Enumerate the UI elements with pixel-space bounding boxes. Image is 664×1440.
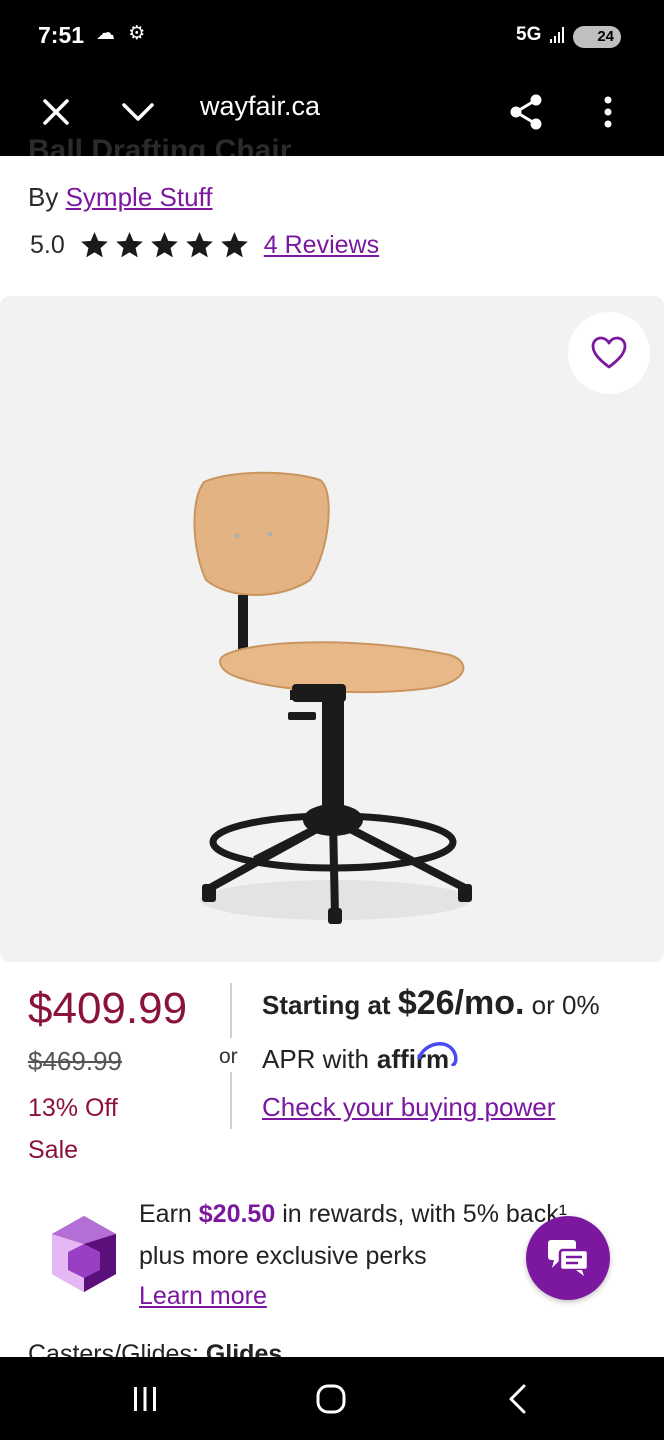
star-icon	[220, 231, 248, 258]
signal-icon	[550, 27, 564, 43]
notification-icons: ☁ ⚙	[96, 23, 150, 44]
home-icon	[316, 1384, 346, 1414]
network-type: 5G	[516, 24, 542, 45]
learn-more-link[interactable]: Learn more	[139, 1282, 267, 1311]
casters-label: Casters/Glides:	[28, 1340, 199, 1357]
sale-label: Sale	[28, 1136, 79, 1164]
more-options-button[interactable]	[586, 90, 630, 134]
monthly-price: $26/mo.	[397, 984, 525, 1022]
heart-icon	[591, 336, 627, 369]
close-icon	[43, 99, 69, 125]
affirm-logo: affirm	[377, 1042, 458, 1075]
discount-label: 13% Off	[28, 1094, 118, 1122]
star-rating	[79, 230, 250, 261]
star-icon	[185, 231, 213, 258]
rewards-line-2: plus more exclusive perks	[139, 1242, 427, 1270]
reviews-link[interactable]: 4 Reviews	[264, 231, 379, 260]
earn-label: Earn	[139, 1200, 192, 1228]
recents-icon	[134, 1387, 156, 1411]
home-button[interactable]	[306, 1377, 356, 1421]
more-vert-icon	[604, 96, 612, 128]
check-buying-power-link[interactable]: Check your buying power	[262, 1092, 555, 1123]
current-price: $409.99	[28, 984, 188, 1033]
apr-with-label: APR with	[262, 1044, 369, 1074]
chat-icon	[548, 1240, 590, 1276]
system-nav-bar	[0, 1357, 664, 1440]
share-button[interactable]	[504, 90, 548, 134]
chevron-down-icon	[122, 103, 154, 121]
status-time: 7:51	[38, 22, 85, 48]
chat-button[interactable]	[526, 1216, 610, 1300]
rewards-line-1: Earn $20.50 in rewards, with 5% back¹,	[139, 1200, 574, 1229]
star-icon	[80, 231, 108, 258]
favorite-button[interactable]	[568, 312, 650, 394]
rewards-rest: in rewards, with 5% back¹,	[282, 1200, 574, 1228]
financing-line-1: Starting at $26/mo. or 0%	[262, 984, 600, 1023]
rewards-amount: $20.50	[198, 1200, 276, 1228]
by-prefix: By	[28, 182, 59, 212]
rating-row: 5.0 4 Reviews	[30, 230, 379, 261]
brand-line: By Symple Stuff	[28, 182, 213, 213]
affirm-arc-icon	[417, 1042, 458, 1066]
drafting-chair-image	[193, 471, 472, 924]
close-tab-button[interactable]	[34, 90, 78, 134]
scroll-cover	[0, 156, 664, 166]
starting-at-label: Starting at	[262, 990, 391, 1020]
rewards-gem-icon	[52, 1216, 116, 1292]
divider	[230, 983, 232, 1038]
brand-link[interactable]: Symple Stuff	[66, 182, 213, 212]
star-icon	[150, 231, 178, 258]
recent-apps-button[interactable]	[120, 1377, 170, 1421]
url-text[interactable]: wayfair.ca	[200, 90, 320, 122]
apr-prefix: or 0%	[531, 990, 600, 1020]
status-bar: 7:51 ☁ ⚙ 5G 24	[0, 0, 664, 72]
original-price: $469.99	[28, 1046, 122, 1076]
rating-value: 5.0	[30, 231, 65, 259]
casters-value: Glides	[205, 1340, 283, 1357]
minimize-button[interactable]	[116, 90, 160, 134]
back-button[interactable]	[492, 1377, 542, 1421]
casters-spec: Casters/Glides: Glides	[28, 1340, 282, 1357]
star-icon	[115, 231, 143, 258]
or-separator: or	[219, 1045, 238, 1068]
share-icon	[510, 94, 542, 130]
battery-indicator: 24	[573, 26, 621, 48]
back-icon	[509, 1384, 526, 1414]
divider	[230, 1072, 232, 1129]
financing-line-2: APR with affirm	[262, 1042, 458, 1075]
